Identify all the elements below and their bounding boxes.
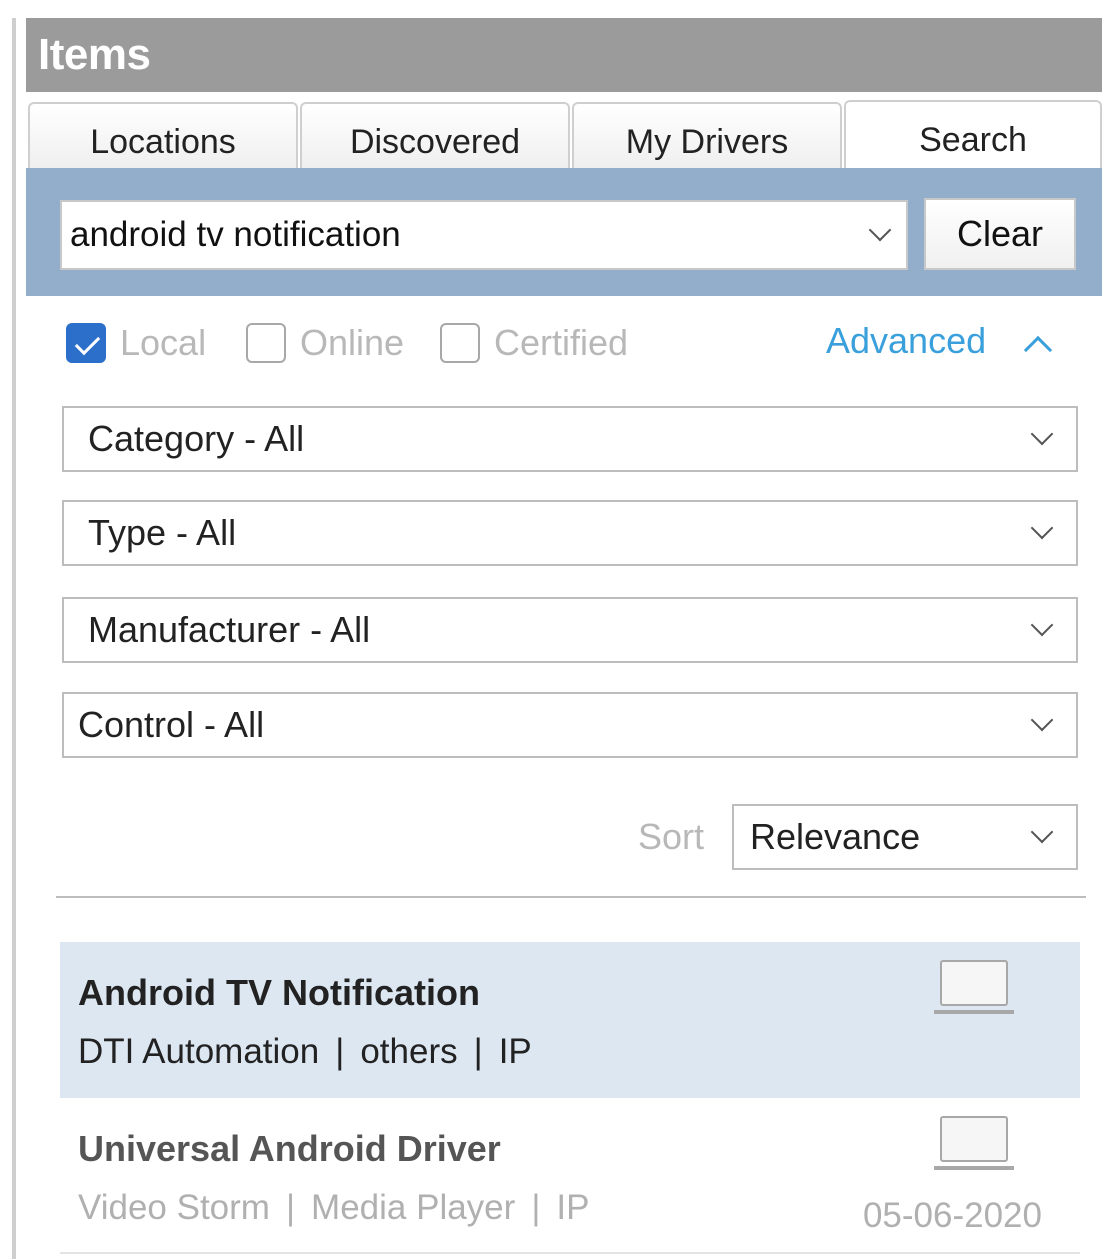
laptop-icon	[934, 960, 1014, 1016]
chevron-down-icon	[1030, 708, 1054, 732]
local-label: Local	[120, 322, 207, 363]
certified-checkbox[interactable]: Certified	[440, 322, 628, 364]
category-dropdown-value: Category - All	[88, 418, 305, 459]
meta-separator: |	[531, 1188, 541, 1227]
result-name: Universal Android Driver	[78, 1128, 501, 1169]
search-input[interactable]	[62, 205, 842, 265]
result-item[interactable]: Android TV Notification DTI Automation | o…	[60, 942, 1080, 1098]
certified-label: Certified	[494, 322, 629, 363]
panel-title-bar: Items	[26, 18, 1102, 92]
divider	[56, 896, 1086, 898]
result-manufacturer: DTI Automation	[78, 1032, 320, 1071]
tab-search[interactable]: Search	[844, 100, 1102, 178]
result-control: IP	[498, 1032, 532, 1071]
meta-separator: |	[473, 1032, 483, 1071]
checkbox-icon[interactable]	[440, 323, 480, 363]
type-dropdown[interactable]: Type - All	[62, 500, 1078, 566]
sort-dropdown[interactable]: Relevance	[732, 804, 1078, 870]
advanced-link[interactable]: Advanced	[826, 320, 986, 362]
sort-dropdown-value: Relevance	[750, 816, 921, 857]
result-date: 05-06-2020	[862, 1196, 1042, 1235]
chevron-down-icon	[1030, 422, 1054, 446]
sort-label: Sort	[638, 816, 705, 857]
meta-separator: |	[285, 1188, 296, 1227]
chevron-down-icon	[1030, 820, 1054, 844]
clear-button[interactable]: Clear	[924, 198, 1076, 270]
result-meta: Video Storm | Media Player | IP	[78, 1188, 589, 1228]
online-checkbox[interactable]: Online	[246, 322, 404, 364]
search-bar: Clear	[26, 168, 1102, 296]
result-type: others	[360, 1032, 458, 1071]
chevron-up-icon[interactable]	[1023, 335, 1053, 365]
local-checkbox[interactable]: Local	[66, 322, 206, 364]
category-dropdown[interactable]: Category - All	[62, 406, 1078, 472]
result-name: Android TV Notification	[78, 972, 480, 1013]
result-control: IP	[556, 1188, 590, 1227]
meta-separator: |	[335, 1032, 345, 1071]
manufacturer-dropdown[interactable]: Manufacturer - All	[62, 597, 1078, 663]
filter-row: Local Online Certified Advanced	[26, 318, 1102, 368]
result-manufacturer: Video Storm	[78, 1188, 270, 1227]
search-combobox[interactable]	[60, 200, 908, 270]
chevron-down-icon	[1030, 613, 1054, 637]
result-meta: DTI Automation | others | IP	[78, 1032, 532, 1072]
chevron-down-icon[interactable]	[868, 218, 892, 242]
result-item[interactable]: Universal Android Driver Video Storm | Med…	[60, 1098, 1080, 1254]
checkbox-checked-icon[interactable]	[66, 323, 106, 363]
window-left-border	[12, 18, 16, 1259]
chevron-down-icon	[1030, 516, 1054, 540]
control-dropdown-value: Control - All	[78, 704, 265, 745]
checkbox-icon[interactable]	[246, 323, 286, 363]
list-divider	[60, 1252, 1080, 1254]
online-label: Online	[300, 322, 405, 363]
control-dropdown[interactable]: Control - All	[62, 692, 1078, 758]
result-type: Media Player	[311, 1188, 516, 1227]
panel-title: Items	[38, 30, 151, 79]
manufacturer-dropdown-value: Manufacturer - All	[88, 609, 371, 650]
type-dropdown-value: Type - All	[88, 512, 237, 553]
items-panel: Items Locations Discovered My Drivers Se…	[26, 18, 1102, 1259]
laptop-icon	[934, 1116, 1014, 1172]
